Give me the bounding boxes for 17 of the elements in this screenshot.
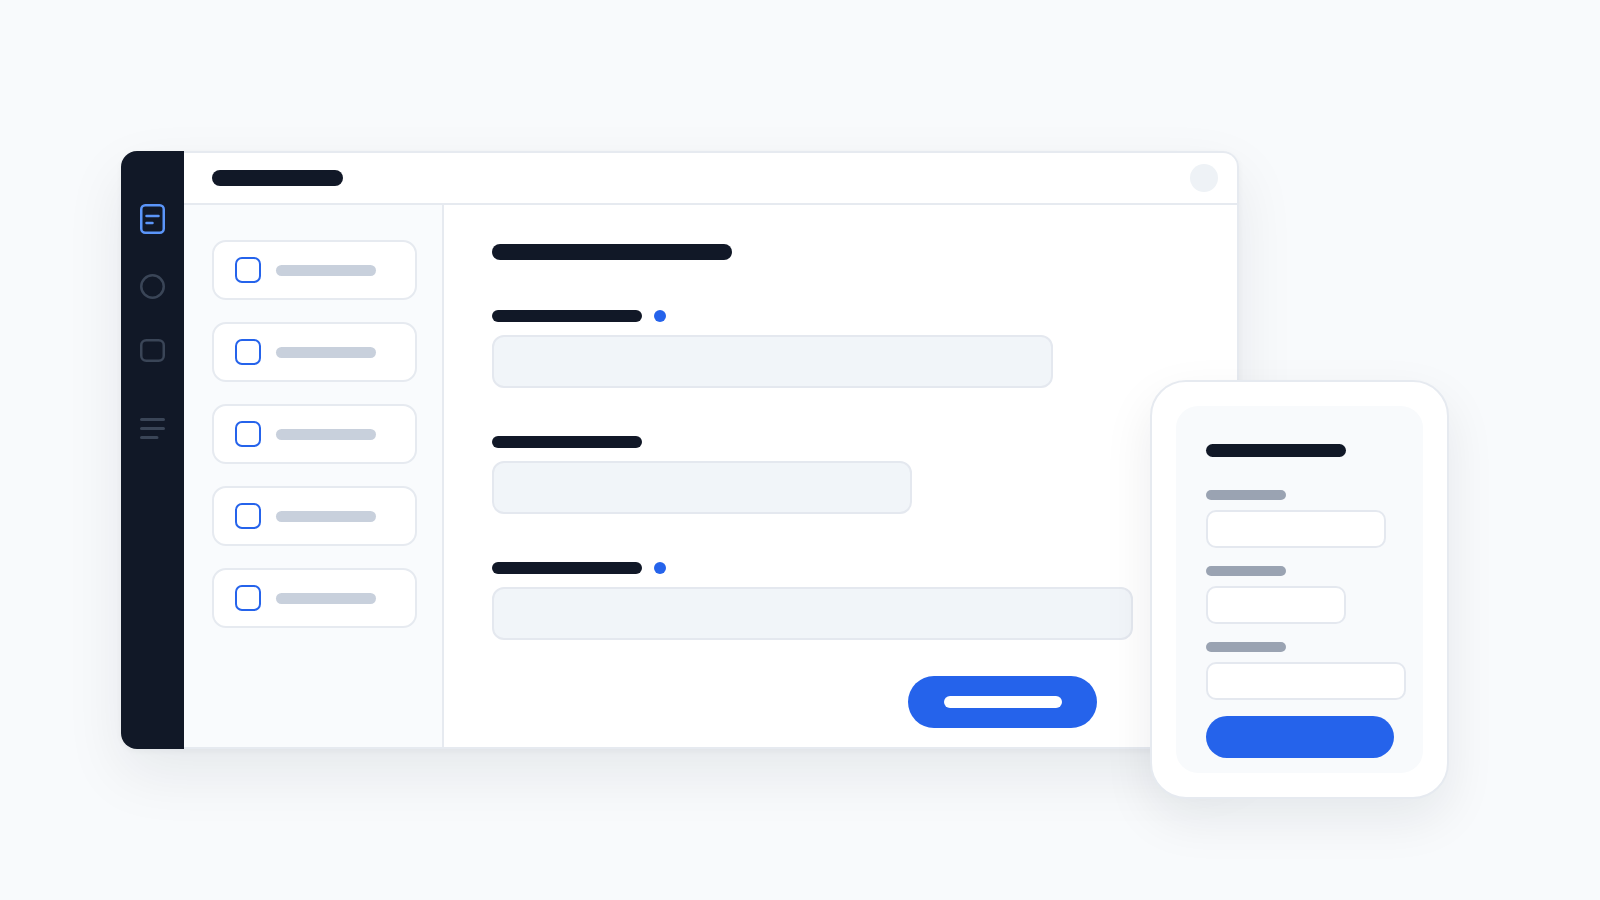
square-icon[interactable] [140, 339, 165, 362]
circle-icon[interactable] [140, 274, 165, 299]
checkbox[interactable] [235, 257, 261, 283]
checkbox[interactable] [235, 421, 261, 447]
input-field[interactable] [492, 587, 1133, 640]
input-field[interactable] [1206, 662, 1406, 700]
input-field[interactable] [1206, 586, 1346, 624]
input-field[interactable] [492, 335, 1053, 388]
primary-button[interactable] [908, 676, 1097, 728]
input-field[interactable] [492, 461, 912, 514]
lines-icon[interactable] [140, 418, 165, 439]
document-icon[interactable] [140, 204, 165, 234]
checkbox[interactable] [235, 503, 261, 529]
checkbox[interactable] [235, 585, 261, 611]
input-field[interactable] [1206, 510, 1386, 548]
primary-button[interactable] [1206, 716, 1394, 758]
checkbox[interactable] [235, 339, 261, 365]
